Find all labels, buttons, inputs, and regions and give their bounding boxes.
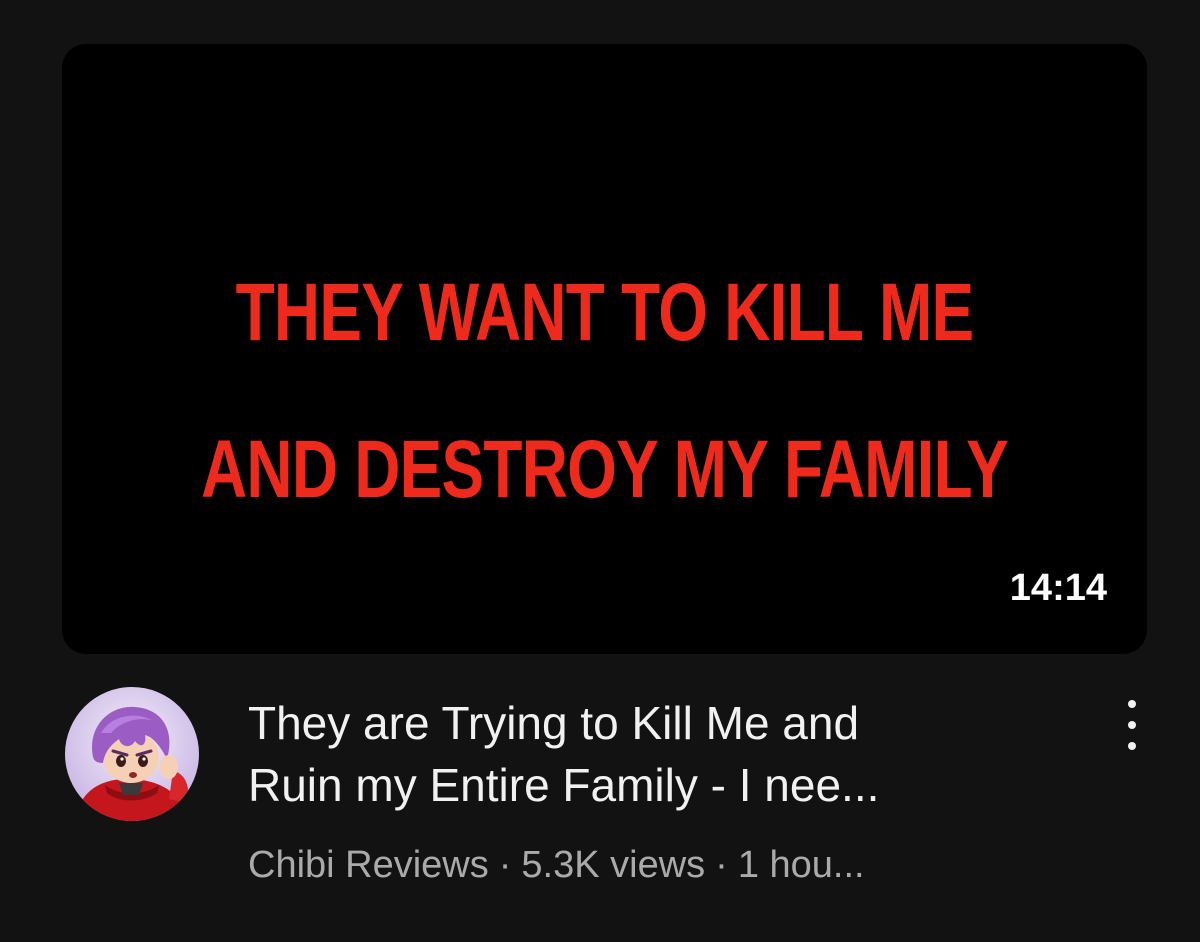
video-title-line-1: They are Trying to Kill Me and (248, 697, 860, 749)
menu-dot (1128, 721, 1136, 729)
video-meta: Chibi Reviews · 5.3K views · 1 hou... (248, 843, 865, 887)
meta-separator: · (715, 844, 728, 886)
more-vertical-icon[interactable] (1112, 700, 1152, 750)
view-count: 5.3K views (521, 844, 706, 886)
channel-avatar[interactable] (65, 687, 199, 821)
video-title-line-2: Ruin my Entire Family - I nee... (248, 759, 880, 811)
video-title[interactable]: They are Trying to Kill Me and Ruin my E… (248, 692, 1098, 816)
channel-name[interactable]: Chibi Reviews (248, 844, 489, 886)
upload-age: 1 hou... (737, 844, 865, 886)
video-card: THEY WANT TO KILL ME AND DESTROY MY FAMI… (0, 0, 1200, 942)
video-thumbnail[interactable]: THEY WANT TO KILL ME AND DESTROY MY FAMI… (62, 44, 1147, 654)
duration-badge: 14:14 (1009, 567, 1107, 609)
menu-dot (1128, 742, 1136, 750)
thumbnail-text-line-2: AND DESTROY MY FAMILY (201, 424, 1009, 515)
thumbnail-text-line-1: THEY WANT TO KILL ME (235, 267, 975, 358)
channel-avatar-icon (65, 687, 199, 821)
menu-dot (1128, 700, 1136, 708)
meta-separator: · (498, 844, 512, 886)
